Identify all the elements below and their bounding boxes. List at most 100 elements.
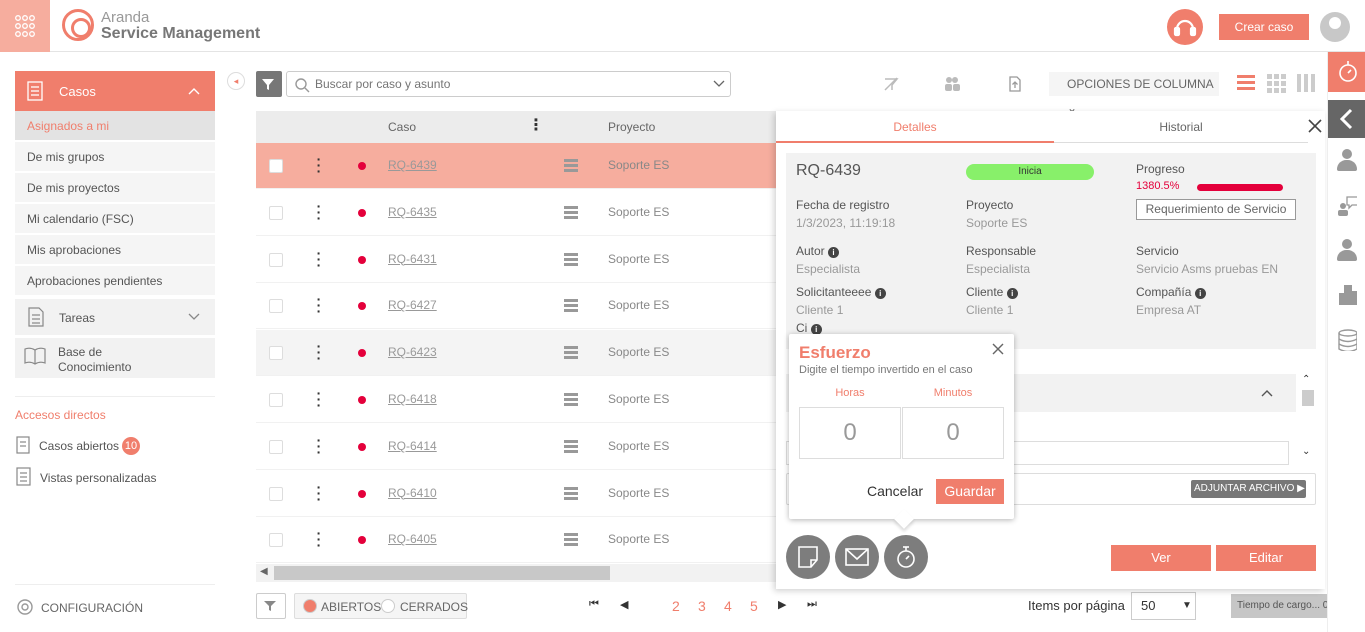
row-menu-icon[interactable]: · · ·: [314, 292, 324, 318]
last-page-icon[interactable]: ⏭: [807, 598, 817, 611]
search-input[interactable]: [315, 75, 705, 93]
row-menu-icon[interactable]: · · ·: [314, 480, 324, 506]
info-icon[interactable]: i: [1194, 288, 1206, 299]
apps-grid-button[interactable]: [0, 0, 50, 52]
sidebar-item-assigned[interactable]: Asignados a mi: [15, 111, 215, 141]
scrollbar-thumb[interactable]: [1302, 390, 1314, 406]
table-row[interactable]: · · · RQ-6418 Soporte ES: [256, 377, 776, 423]
column-view-icon[interactable]: [1296, 73, 1316, 93]
table-row[interactable]: · · · RQ-6427 Soporte ES: [256, 283, 776, 330]
case-link[interactable]: RQ-6439: [388, 158, 437, 172]
scroll-left-icon[interactable]: ◀: [260, 566, 268, 577]
user-avatar-icon[interactable]: [1320, 12, 1350, 42]
sidebar-item-my-groups[interactable]: De mis grupos: [15, 142, 215, 172]
row-menu-icon[interactable]: · · ·: [314, 246, 324, 272]
row-checkbox[interactable]: [269, 533, 283, 548]
vertical-scrollbar[interactable]: ⌃ ⌄: [1299, 374, 1317, 464]
case-link[interactable]: RQ-6410: [388, 486, 437, 500]
filter-button[interactable]: [256, 71, 282, 97]
note-button[interactable]: [786, 535, 830, 579]
chat-user-icon[interactable]: [1337, 194, 1357, 216]
row-checkbox[interactable]: [269, 486, 283, 501]
tab-details[interactable]: Detalles: [776, 111, 1054, 143]
database-icon[interactable]: [1337, 329, 1357, 351]
case-link[interactable]: RQ-6427: [388, 298, 437, 312]
table-row[interactable]: · · · RQ-6410 Soporte ES: [256, 470, 776, 517]
cancel-button[interactable]: Cancelar: [867, 483, 923, 499]
sidebar-item-knowledge-base[interactable]: Base de Conocimiento: [15, 338, 215, 378]
sidebar-item-my-projects[interactable]: De mis proyectos: [15, 173, 215, 203]
scroll-up-icon[interactable]: ⌃: [1302, 374, 1310, 385]
page-link[interactable]: 5: [750, 598, 758, 614]
case-link[interactable]: RQ-6435: [388, 205, 437, 219]
column-menu-icon[interactable]: ⋮: [528, 115, 544, 135]
items-per-page-select[interactable]: 50 ▼: [1131, 592, 1196, 620]
closed-radio[interactable]: [381, 599, 395, 613]
scroll-down-icon[interactable]: ⌄: [1302, 446, 1310, 457]
building-icon[interactable]: [1337, 283, 1357, 305]
case-link[interactable]: RQ-6431: [388, 252, 437, 266]
chevron-down-icon[interactable]: [712, 79, 726, 89]
table-row[interactable]: · · · RQ-6405 Soporte ES: [256, 517, 776, 564]
collapse-sidebar-button[interactable]: ◂: [227, 72, 245, 90]
info-icon[interactable]: i: [1006, 288, 1018, 299]
create-case-button[interactable]: Crear caso: [1219, 14, 1309, 40]
info-icon[interactable]: i: [828, 247, 840, 258]
next-page-icon[interactable]: ▶: [778, 598, 786, 611]
case-link[interactable]: RQ-6418: [388, 392, 437, 406]
user-icon[interactable]: [1337, 149, 1357, 171]
custom-views-link[interactable]: Vistas personalizadas: [40, 471, 157, 485]
row-checkbox[interactable]: [269, 439, 283, 454]
settings-link[interactable]: CONFIGURACIÓN: [41, 601, 143, 615]
save-button[interactable]: Guardar: [936, 479, 1004, 504]
grid-view-icon[interactable]: [1266, 73, 1286, 93]
info-icon[interactable]: i: [874, 288, 886, 299]
group-users-icon[interactable]: [943, 75, 961, 93]
table-row[interactable]: · · · RQ-6414 Soporte ES: [256, 423, 776, 470]
sidebar-item-approvals[interactable]: Mis aprobaciones: [15, 235, 215, 265]
clear-filter-icon[interactable]: [882, 75, 900, 93]
view-button[interactable]: Ver: [1111, 545, 1211, 571]
row-menu-icon[interactable]: · · ·: [314, 433, 324, 459]
footer-filter-button[interactable]: [256, 593, 286, 619]
scrollbar-thumb[interactable]: [274, 566, 610, 580]
row-menu-icon[interactable]: · · ·: [314, 199, 324, 225]
closed-label[interactable]: CERRADOS: [400, 600, 468, 614]
list-view-icon[interactable]: [1236, 73, 1256, 93]
email-button[interactable]: [835, 535, 879, 579]
column-options-dropdown[interactable]: OPCIONES DE COLUMNA ⌄: [1049, 72, 1219, 115]
row-checkbox[interactable]: [269, 393, 283, 407]
row-checkbox[interactable]: [269, 299, 283, 314]
close-icon[interactable]: [992, 343, 1004, 355]
open-cases-link[interactable]: Casos abiertos: [39, 439, 119, 453]
minutes-input[interactable]: 0: [902, 407, 1004, 459]
case-link[interactable]: RQ-6405: [388, 532, 437, 546]
profile-icon[interactable]: [1337, 239, 1357, 261]
col-header-case[interactable]: Caso: [388, 120, 416, 134]
page-link[interactable]: 4: [724, 598, 732, 614]
row-checkbox[interactable]: [269, 159, 283, 173]
row-checkbox[interactable]: [269, 346, 283, 361]
prev-page-icon[interactable]: ◀: [620, 598, 628, 611]
case-link[interactable]: RQ-6423: [388, 345, 437, 359]
table-row[interactable]: · · · RQ-6423 Soporte ES: [256, 330, 776, 377]
attach-file-button[interactable]: ADJUNTAR ARCHIVO ▶: [1191, 480, 1306, 498]
open-radio[interactable]: [303, 599, 317, 613]
hours-input[interactable]: 0: [799, 407, 901, 459]
open-label[interactable]: ABIERTOS: [321, 600, 381, 614]
first-page-icon[interactable]: ⏮: [589, 598, 599, 611]
page-link[interactable]: 3: [698, 598, 706, 614]
cases-menu-header[interactable]: Casos: [15, 71, 215, 111]
export-icon[interactable]: [1006, 75, 1024, 93]
sidebar-item-tasks[interactable]: Tareas: [15, 299, 215, 335]
row-checkbox[interactable]: [269, 205, 283, 220]
close-icon[interactable]: [1307, 118, 1323, 134]
table-row[interactable]: · · · RQ-6435 Soporte ES: [256, 189, 776, 236]
edit-button[interactable]: Editar: [1216, 545, 1316, 571]
row-menu-icon[interactable]: · · ·: [314, 152, 324, 178]
sidebar-item-pending-approvals[interactable]: Aprobaciones pendientes: [15, 266, 215, 296]
case-link[interactable]: RQ-6414: [388, 439, 437, 453]
table-row[interactable]: · · · RQ-6439 Soporte ES: [256, 143, 776, 189]
page-link[interactable]: 2: [672, 598, 680, 614]
row-menu-icon[interactable]: · · ·: [314, 386, 324, 412]
